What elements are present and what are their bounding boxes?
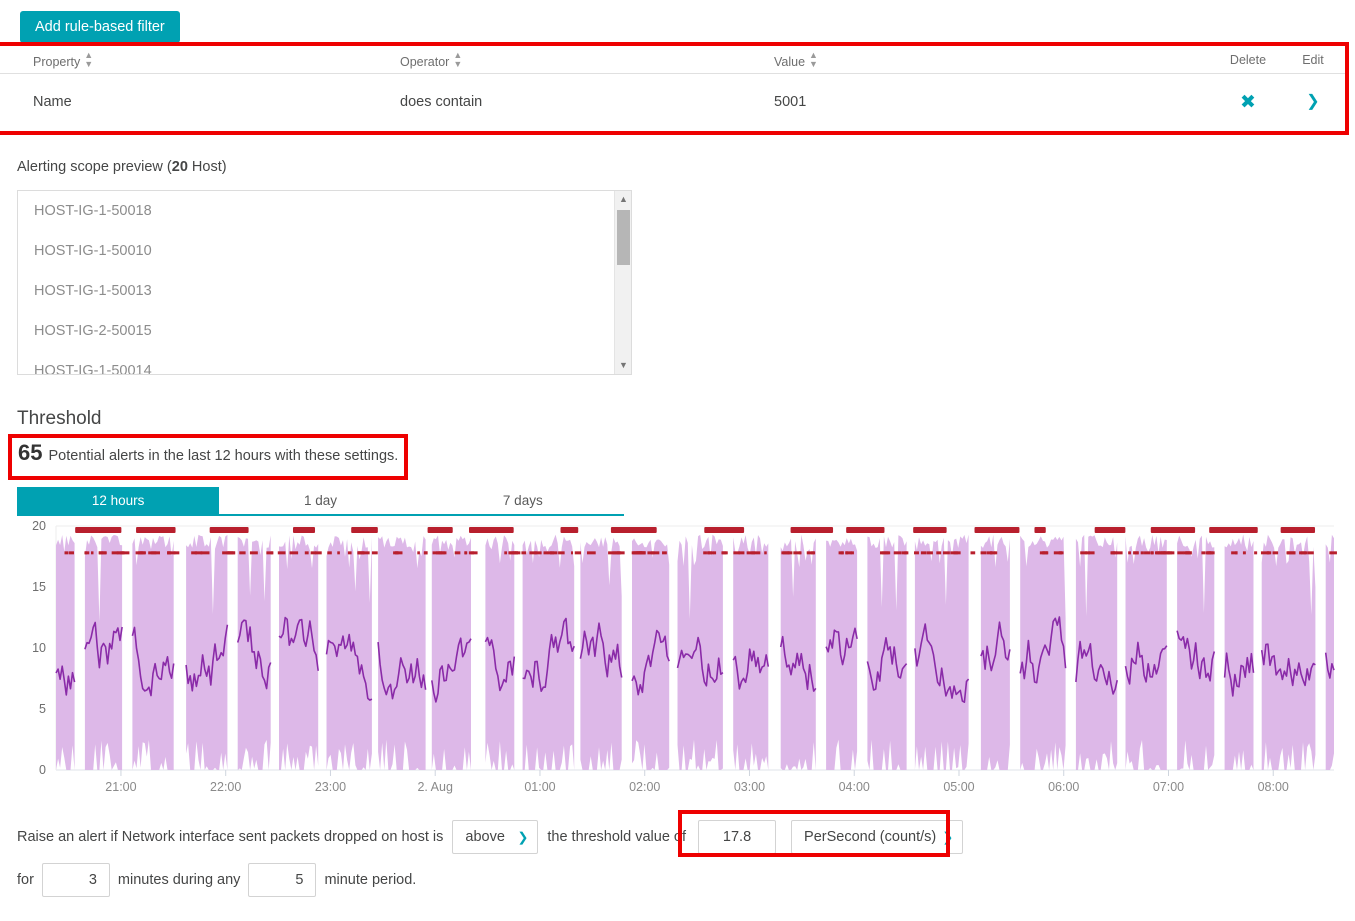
- svg-text:04:00: 04:00: [839, 780, 870, 794]
- delete-filter-button[interactable]: ✖: [1205, 93, 1291, 112]
- sort-arrows-icon[interactable]: ▲ ▼: [84, 51, 93, 69]
- column-header-value[interactable]: Value ▲ ▼: [774, 50, 1205, 70]
- scrollbar-thumb[interactable]: [617, 210, 630, 265]
- column-header-operator[interactable]: Operator ▲ ▼: [400, 50, 774, 70]
- alert-rule-prefix: Raise an alert if Network interface sent…: [17, 829, 444, 845]
- list-item: HOST-IG-2-50015: [34, 323, 152, 339]
- column-header-property[interactable]: Property ▲ ▼: [33, 50, 400, 70]
- chevron-down-icon: ❯: [942, 829, 954, 845]
- column-header-property-label: Property: [33, 55, 81, 69]
- cell-value: 5001: [774, 94, 807, 110]
- alerting-scope-preview-list[interactable]: HOST-IG-1-50018 HOST-IG-1-50010 HOST-IG-…: [17, 190, 632, 375]
- minutes-during-any-label: minutes during any: [117, 872, 241, 888]
- unit-value: PerSecond (count/s): [804, 829, 937, 845]
- threshold-preview-chart: 0 5 10 15 20 21:00 22:00 23:00 2. Aug 01:00 02:00 0…: [8, 520, 1348, 805]
- potential-alerts-summary: 65 Potential alerts in the last 12 hours…: [18, 440, 398, 474]
- close-x-icon[interactable]: ✖: [1240, 93, 1256, 112]
- comparator-dropdown[interactable]: above ❯: [452, 820, 539, 854]
- potential-alerts-text: Potential alerts in the last 12 hours wi…: [48, 448, 399, 464]
- svg-text:10: 10: [32, 641, 46, 655]
- column-header-operator-label: Operator: [400, 55, 450, 69]
- chevron-down-icon: ❯: [517, 829, 529, 845]
- svg-text:23:00: 23:00: [315, 780, 346, 794]
- host-list: HOST-IG-1-50018 HOST-IG-1-50010 HOST-IG-…: [18, 191, 613, 375]
- cell-property: Name: [33, 94, 72, 110]
- edit-filter-button[interactable]: ❯: [1291, 94, 1335, 110]
- scroll-up-arrow-icon[interactable]: ▲: [615, 191, 631, 208]
- alerting-scope-preview-label: Alerting scope preview (20 Host): [17, 159, 227, 175]
- unit-dropdown[interactable]: PerSecond (count/s) ❯: [791, 820, 964, 854]
- svg-text:07:00: 07:00: [1153, 780, 1184, 794]
- for-label: for: [17, 872, 34, 888]
- chart-canvas: 0 5 10 15 20 21:00 22:00 23:00 2. Aug 01:00 02:00 0…: [32, 520, 1337, 794]
- column-header-delete: Delete: [1229, 52, 1267, 67]
- scope-host-count: 20: [171, 159, 188, 175]
- svg-text:2. Aug: 2. Aug: [417, 780, 452, 794]
- period-input[interactable]: [248, 863, 317, 897]
- list-item: HOST-IG-1-50010: [34, 243, 152, 259]
- sort-arrows-icon[interactable]: ▲ ▼: [453, 51, 462, 69]
- table-header-row: Property ▲ ▼ Operator ▲ ▼ Value ▲ ▼ Delete Edi…: [0, 46, 1347, 74]
- svg-text:01:00: 01:00: [524, 780, 555, 794]
- chevron-down-icon[interactable]: ❯: [1306, 94, 1319, 110]
- svg-text:0: 0: [39, 763, 46, 777]
- svg-text:02:00: 02:00: [629, 780, 660, 794]
- svg-text:03:00: 03:00: [734, 780, 765, 794]
- svg-text:15: 15: [32, 580, 46, 594]
- minute-period-label: minute period.: [324, 872, 417, 888]
- tab-1-day[interactable]: 1 day: [219, 487, 422, 516]
- scroll-down-arrow-icon[interactable]: ▼: [615, 357, 631, 374]
- svg-text:20: 20: [32, 520, 46, 533]
- tab-12-hours[interactable]: 12 hours: [17, 487, 220, 516]
- list-item: HOST-IG-1-50013: [34, 283, 152, 299]
- svg-text:06:00: 06:00: [1048, 780, 1079, 794]
- threshold-value-input[interactable]: [698, 820, 777, 854]
- column-header-edit: Edit: [1302, 52, 1324, 67]
- comparator-value: above: [465, 829, 505, 845]
- threshold-section-heading: Threshold: [17, 408, 102, 429]
- alert-rule-sentence: Raise an alert if Network interface sent…: [17, 818, 972, 856]
- timeframe-tabs: 12 hours 1 day 7 days: [17, 487, 624, 516]
- scope-label-suffix: Host): [187, 159, 227, 175]
- cell-operator: does contain: [400, 94, 483, 110]
- alerting-threshold-page: Add rule-based filter Property ▲ ▼ Operato…: [0, 0, 1355, 921]
- host-list-scrollbar[interactable]: ▲ ▼: [614, 191, 631, 374]
- table-row: Name does contain 5001 ✖ ❯: [0, 74, 1347, 130]
- add-rule-based-filter-button[interactable]: Add rule-based filter: [20, 11, 180, 43]
- rule-based-filter-table: Property ▲ ▼ Operator ▲ ▼ Value ▲ ▼ Delete Edi…: [0, 46, 1347, 130]
- list-item: HOST-IG-1-50014: [34, 363, 152, 375]
- alert-duration-sentence: for minutes during any minute period.: [17, 862, 416, 898]
- tab-7-days[interactable]: 7 days: [421, 487, 624, 516]
- sort-arrows-icon[interactable]: ▲ ▼: [809, 51, 818, 69]
- column-header-value-label: Value: [774, 55, 806, 69]
- svg-text:05:00: 05:00: [943, 780, 974, 794]
- svg-text:22:00: 22:00: [210, 780, 241, 794]
- scope-label-prefix: Alerting scope preview (: [17, 159, 172, 175]
- potential-alerts-count: 65: [18, 440, 43, 465]
- minutes-input[interactable]: [41, 863, 110, 897]
- list-item: HOST-IG-1-50018: [34, 203, 152, 219]
- svg-text:21:00: 21:00: [105, 780, 136, 794]
- svg-text:08:00: 08:00: [1258, 780, 1289, 794]
- alert-rule-middle: the threshold value of: [547, 829, 687, 845]
- svg-text:5: 5: [39, 702, 46, 716]
